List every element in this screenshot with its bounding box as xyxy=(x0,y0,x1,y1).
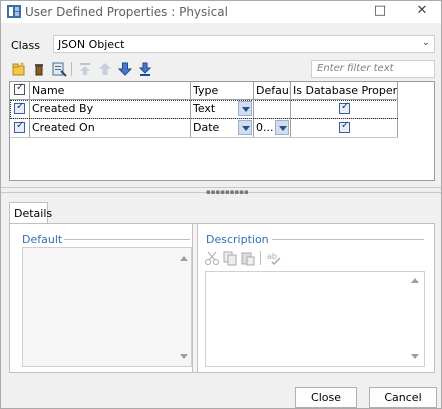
properties-grid: ✓ Name Type Default Is Database Property… xyxy=(9,81,435,181)
row-default: 0... xyxy=(256,121,274,134)
chevron-down-icon: ⌄ xyxy=(421,37,430,48)
row-type-dropdown[interactable]: Date xyxy=(191,119,254,137)
vertical-splitter[interactable] xyxy=(192,224,198,372)
is-db-checkbox[interactable]: ✓ xyxy=(339,120,350,133)
default-value-box[interactable] xyxy=(22,247,192,367)
svg-text:*: * xyxy=(20,61,24,70)
paste-icon[interactable] xyxy=(240,250,256,266)
header-default[interactable]: Default xyxy=(254,82,291,100)
dialog-window: User Defined Properties : Physical □ ✕ C… xyxy=(0,0,442,409)
move-top-icon[interactable] xyxy=(77,61,93,77)
row-check-cell[interactable]: ✓ xyxy=(10,100,30,118)
new-property-icon[interactable]: * xyxy=(11,61,27,77)
cancel-button[interactable]: Cancel xyxy=(369,387,437,408)
default-section-title: Default xyxy=(22,233,63,246)
filter-input[interactable]: Enter filter text xyxy=(311,60,435,78)
row-name[interactable]: Created By xyxy=(30,100,191,118)
table-row[interactable]: ✓ Created On Date 0... ✓ xyxy=(10,119,398,138)
scroll-up-icon[interactable] xyxy=(411,278,419,283)
scroll-down-icon[interactable] xyxy=(180,354,188,359)
properties-icon[interactable] xyxy=(51,61,67,77)
toolbar-separator xyxy=(71,62,72,76)
table-row[interactable]: ✓ Created By Text ✓ xyxy=(10,100,398,119)
divider xyxy=(64,239,190,240)
toolbar-separator xyxy=(260,251,261,265)
description-section-title: Description xyxy=(206,233,269,246)
move-up-icon[interactable] xyxy=(97,61,113,77)
header-name[interactable]: Name xyxy=(30,82,191,100)
scroll-up-icon[interactable] xyxy=(180,256,188,261)
grip-icon: ▪▪▪▪▪▪▪▪▪ xyxy=(206,188,249,196)
class-label: Class xyxy=(11,39,40,52)
move-down-icon[interactable] xyxy=(117,61,133,77)
horizontal-splitter[interactable]: ▪▪▪▪▪▪▪▪▪ xyxy=(1,187,441,196)
header-type[interactable]: Type xyxy=(191,82,254,100)
move-bottom-icon[interactable] xyxy=(137,61,153,77)
row-checkbox[interactable]: ✓ xyxy=(14,120,25,133)
delete-icon[interactable] xyxy=(31,61,47,77)
header-check-cell[interactable]: ✓ xyxy=(10,82,30,100)
row-is-db-cell[interactable]: ✓ xyxy=(291,100,398,118)
row-type: Date xyxy=(193,121,220,134)
divider xyxy=(272,239,424,240)
spell-check-icon[interactable]: ab xyxy=(266,250,282,266)
row-checkbox[interactable]: ✓ xyxy=(14,101,25,114)
row-name[interactable]: Created On xyxy=(30,119,191,137)
close-button[interactable]: Close xyxy=(295,387,357,408)
is-db-checkbox[interactable]: ✓ xyxy=(339,101,350,114)
app-icon xyxy=(7,5,21,18)
grid-header: ✓ Name Type Default Is Database Property xyxy=(10,82,398,100)
row-default-dropdown[interactable]: 0... xyxy=(254,119,291,137)
close-window-button[interactable]: ✕ xyxy=(405,1,439,23)
maximize-button[interactable]: □ xyxy=(363,1,397,23)
dropdown-arrow-icon[interactable] xyxy=(238,101,252,116)
class-dropdown[interactable]: JSON Object ⌄ xyxy=(53,35,435,53)
class-value: JSON Object xyxy=(58,38,125,51)
svg-text:ab: ab xyxy=(267,252,277,261)
row-type: Text xyxy=(193,102,216,115)
row-default[interactable] xyxy=(254,100,291,118)
row-is-db-cell[interactable]: ✓ xyxy=(291,119,398,137)
title-bar: User Defined Properties : Physical □ ✕ xyxy=(1,1,441,23)
description-input[interactable] xyxy=(205,271,425,367)
dropdown-arrow-icon[interactable] xyxy=(275,120,289,135)
details-panel: Default Description ab xyxy=(9,223,435,373)
header-checkbox[interactable]: ✓ xyxy=(14,82,25,95)
cut-icon[interactable] xyxy=(204,250,220,266)
dropdown-arrow-icon[interactable] xyxy=(238,120,252,135)
row-type-dropdown[interactable]: Text xyxy=(191,100,254,118)
header-is-db[interactable]: Is Database Property xyxy=(291,82,398,100)
copy-icon[interactable] xyxy=(222,250,238,266)
scroll-down-icon[interactable] xyxy=(411,354,419,359)
row-check-cell[interactable]: ✓ xyxy=(10,119,30,137)
tab-details[interactable]: Details xyxy=(9,202,52,224)
window-title: User Defined Properties : Physical xyxy=(25,5,228,19)
